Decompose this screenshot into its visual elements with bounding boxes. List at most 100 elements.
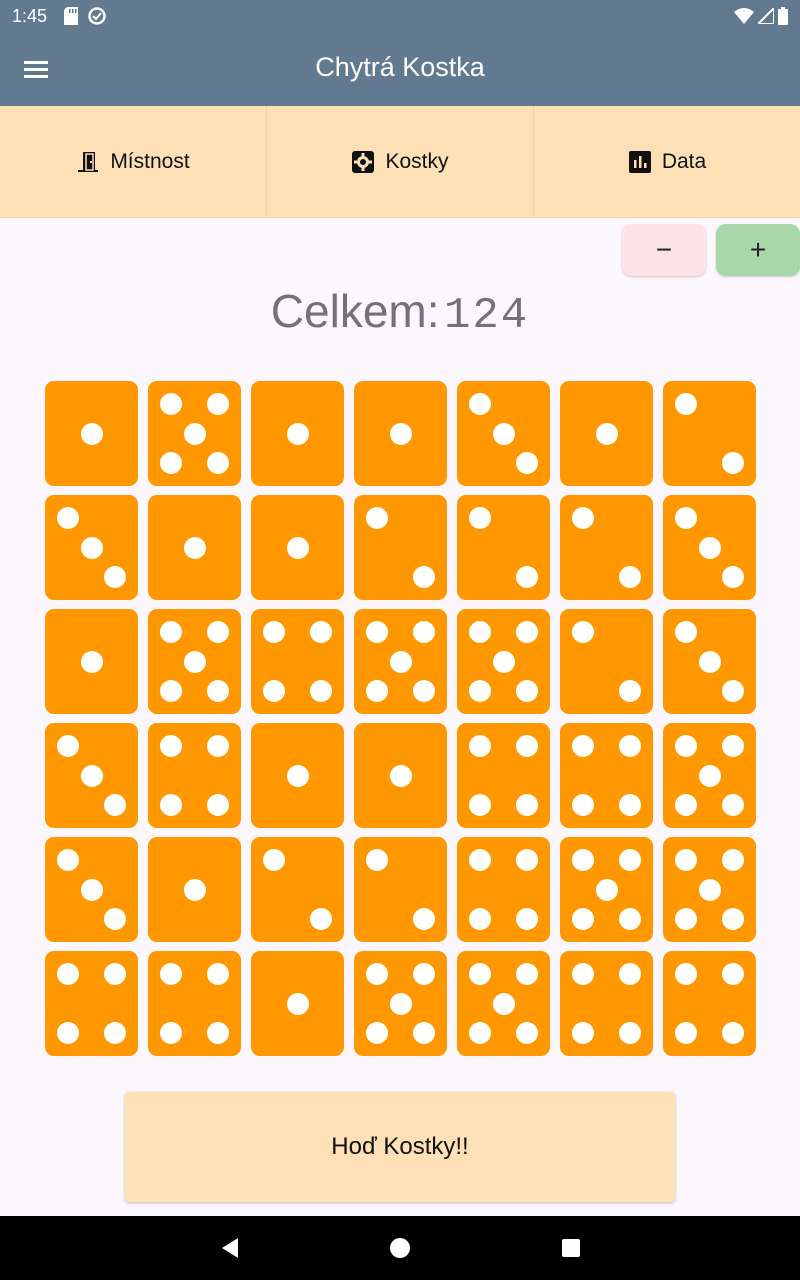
die-pip: [469, 793, 492, 816]
die-pip: [698, 878, 721, 901]
status-bar: 1:45: [0, 0, 800, 34]
die[interactable]: [148, 381, 241, 486]
die[interactable]: [251, 495, 344, 600]
die-pip: [469, 393, 492, 416]
die-pip: [469, 1021, 492, 1044]
die-pip: [675, 621, 698, 644]
die-pip: [721, 451, 744, 474]
die[interactable]: [251, 951, 344, 1056]
die[interactable]: [663, 495, 756, 600]
die-pip: [57, 735, 80, 758]
die[interactable]: [560, 951, 653, 1056]
die-pip: [618, 565, 641, 588]
die-pip: [675, 849, 698, 872]
die[interactable]: [148, 609, 241, 714]
die[interactable]: [457, 381, 550, 486]
die-pip: [675, 907, 698, 930]
die[interactable]: [45, 837, 138, 942]
die-pip: [572, 849, 595, 872]
die-pip: [412, 565, 435, 588]
die-pip: [286, 536, 309, 559]
die[interactable]: [45, 495, 138, 600]
die[interactable]: [45, 723, 138, 828]
die[interactable]: [560, 495, 653, 600]
die[interactable]: [457, 609, 550, 714]
die-pip: [160, 963, 183, 986]
die[interactable]: [663, 609, 756, 714]
die-pip: [206, 735, 229, 758]
die[interactable]: [560, 381, 653, 486]
die-pip: [366, 679, 389, 702]
die-pip: [286, 992, 309, 1015]
die-pip: [469, 963, 492, 986]
die-pip: [572, 907, 595, 930]
die[interactable]: [251, 837, 344, 942]
bar-chart-icon: [628, 150, 651, 173]
die-pip: [80, 650, 103, 673]
die-pip: [103, 1021, 126, 1044]
die[interactable]: [457, 837, 550, 942]
remove-die-button[interactable]: −: [622, 224, 706, 276]
tab-label: Místnost: [110, 149, 190, 173]
die-pip: [618, 907, 641, 930]
die-pip: [721, 735, 744, 758]
die[interactable]: [663, 837, 756, 942]
die[interactable]: [148, 837, 241, 942]
die[interactable]: [251, 609, 344, 714]
die-pip: [366, 849, 389, 872]
die-pip: [160, 451, 183, 474]
die[interactable]: [354, 951, 447, 1056]
die[interactable]: [354, 609, 447, 714]
die[interactable]: [45, 381, 138, 486]
roll-dice-button[interactable]: Hoď Kostky!!: [125, 1092, 675, 1202]
die-pip: [80, 764, 103, 787]
die[interactable]: [354, 723, 447, 828]
die-pip: [389, 650, 412, 673]
die-pip: [160, 793, 183, 816]
die-pip: [103, 963, 126, 986]
die[interactable]: [560, 837, 653, 942]
tab-kostky[interactable]: Kostky: [267, 106, 534, 217]
tab-label: Data: [661, 149, 707, 173]
die-pip: [618, 963, 641, 986]
die-pip: [366, 507, 389, 530]
recents-icon[interactable]: [557, 1234, 585, 1262]
home-icon[interactable]: [386, 1234, 414, 1262]
die[interactable]: [251, 723, 344, 828]
die[interactable]: [148, 495, 241, 600]
die[interactable]: [457, 723, 550, 828]
back-icon[interactable]: [216, 1234, 244, 1262]
die-pip: [572, 735, 595, 758]
die-pip: [412, 963, 435, 986]
tab-mistnost[interactable]: Místnost: [0, 106, 267, 217]
die-pip: [618, 849, 641, 872]
die-pip: [286, 422, 309, 445]
die[interactable]: [45, 609, 138, 714]
die-pip: [103, 793, 126, 816]
die[interactable]: [148, 723, 241, 828]
die[interactable]: [148, 951, 241, 1056]
tab-data[interactable]: Data: [534, 106, 800, 217]
die[interactable]: [457, 951, 550, 1056]
die[interactable]: [560, 609, 653, 714]
die[interactable]: [663, 381, 756, 486]
die[interactable]: [354, 495, 447, 600]
die-pip: [57, 849, 80, 872]
die[interactable]: [354, 381, 447, 486]
die-pip: [309, 679, 332, 702]
die[interactable]: [45, 951, 138, 1056]
die-pip: [618, 679, 641, 702]
die[interactable]: [663, 723, 756, 828]
die[interactable]: [354, 837, 447, 942]
die-pip: [595, 422, 618, 445]
die-pip: [469, 621, 492, 644]
die[interactable]: [560, 723, 653, 828]
die-pip: [675, 793, 698, 816]
door-icon: [78, 151, 99, 172]
add-die-button[interactable]: +: [716, 224, 800, 276]
die-pip: [183, 650, 206, 673]
die[interactable]: [663, 951, 756, 1056]
die[interactable]: [457, 495, 550, 600]
die[interactable]: [251, 381, 344, 486]
die-pip: [515, 907, 538, 930]
